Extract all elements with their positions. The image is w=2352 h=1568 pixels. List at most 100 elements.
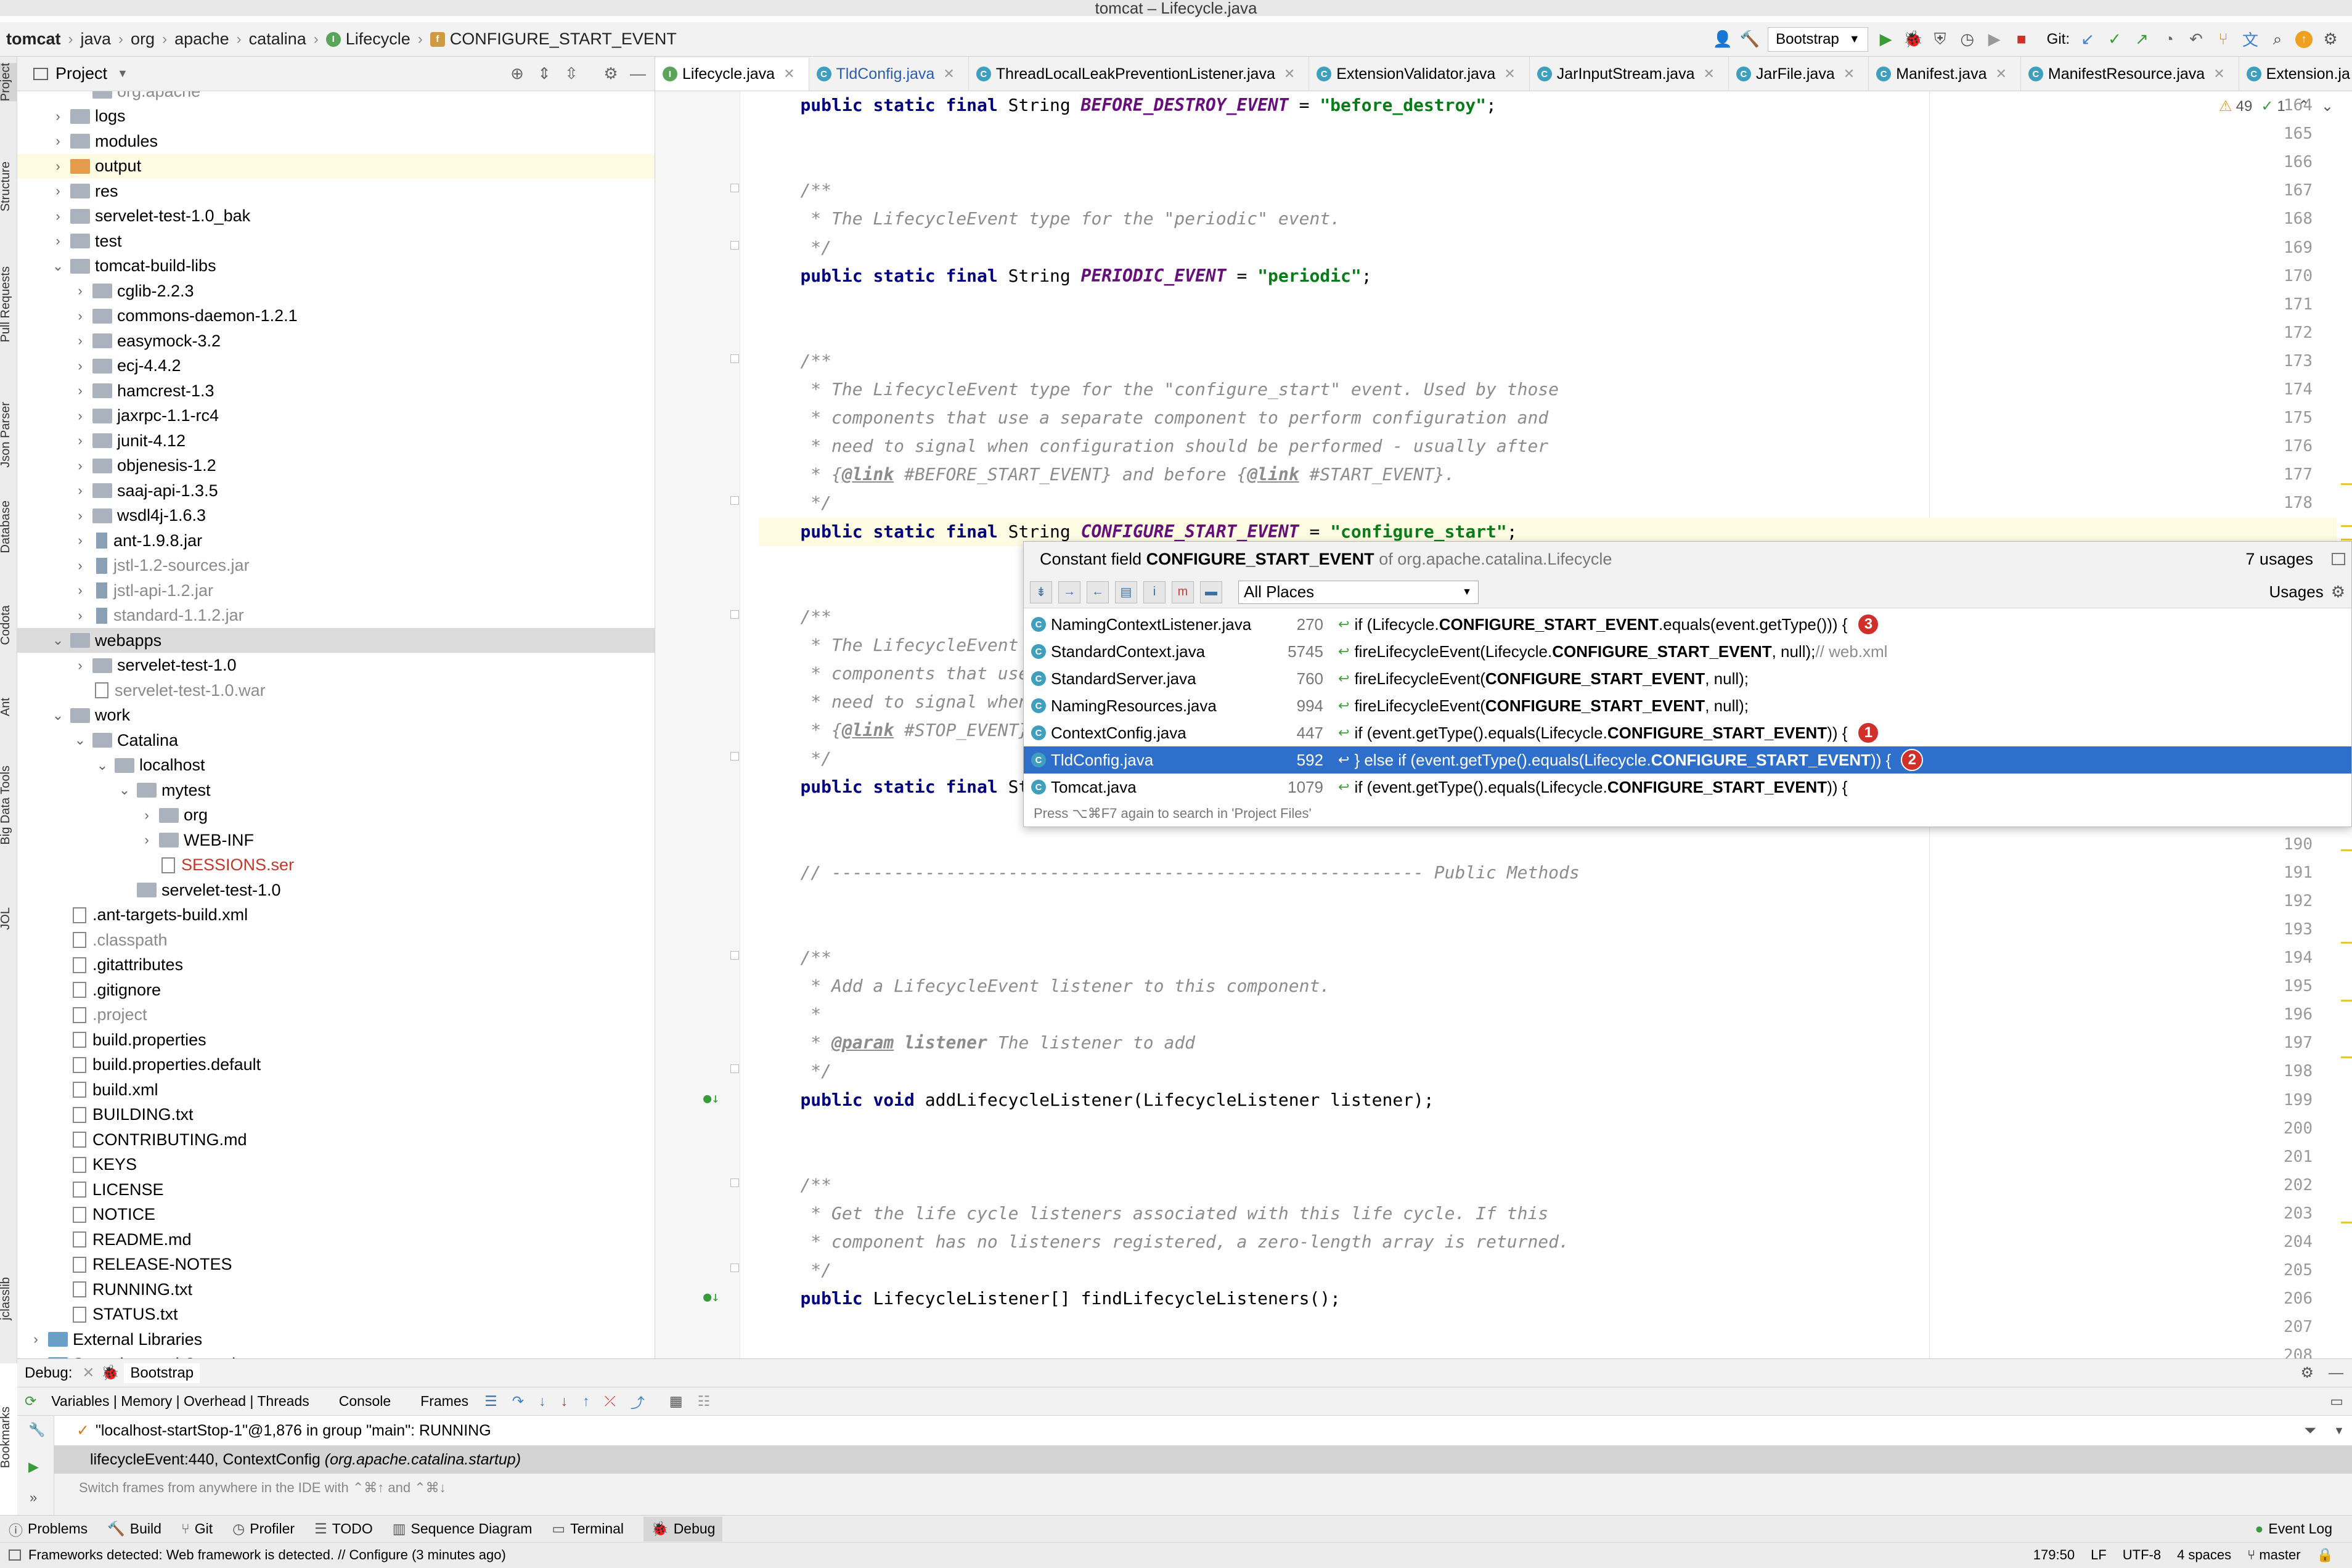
indent-setting[interactable]: 4 spaces xyxy=(2177,1547,2231,1563)
fold-marker-icon[interactable] xyxy=(730,1178,739,1187)
git-push-icon[interactable]: ↗ xyxy=(2133,30,2151,49)
tree-item[interactable]: .project xyxy=(17,1003,655,1027)
user-icon[interactable]: 👤 xyxy=(1713,30,1733,49)
tree-item[interactable]: build.properties xyxy=(17,1027,655,1052)
code-line[interactable] xyxy=(759,915,2337,944)
chevron-down-icon[interactable]: ⌄ xyxy=(51,632,65,648)
tool-database[interactable]: Database xyxy=(0,500,17,553)
tree-item[interactable]: › jstl-api-1.2.jar xyxy=(17,578,655,603)
code-line[interactable]: /** xyxy=(759,1171,2337,1199)
chevron-right-icon[interactable]: › xyxy=(51,133,65,149)
vcs-icon[interactable]: ⑂ xyxy=(2214,30,2232,49)
tree-item[interactable]: STATUS.txt xyxy=(17,1302,655,1327)
code-line[interactable]: */ xyxy=(759,489,2337,517)
tree-item[interactable]: NOTICE xyxy=(17,1203,655,1227)
update-icon[interactable]: ↑ xyxy=(2295,30,2313,48)
tool-tab-profiler[interactable]: ◷ Profiler xyxy=(232,1517,295,1541)
tree-item[interactable]: › standard-1.1.2.jar xyxy=(17,603,655,628)
fold-marker-icon[interactable] xyxy=(730,1064,739,1074)
read-access-icon[interactable]: ← xyxy=(1087,581,1109,603)
gear-icon[interactable]: ⚙ xyxy=(2300,1364,2314,1382)
fold-marker-icon[interactable] xyxy=(730,610,739,619)
code-line[interactable]: public static final String BEFORE_DESTRO… xyxy=(759,91,2337,120)
code-line[interactable]: /** xyxy=(759,176,2337,205)
close-icon[interactable]: ✕ xyxy=(82,1364,94,1382)
chevron-right-icon[interactable]: › xyxy=(51,108,65,125)
close-icon[interactable]: ✕ xyxy=(1504,66,1515,82)
tree-item[interactable]: RELEASE-NOTES xyxy=(17,1252,655,1277)
tree-item[interactable]: ⌄ webapps xyxy=(17,628,655,653)
chevron-right-icon[interactable]: › xyxy=(51,158,65,174)
code-line[interactable] xyxy=(759,319,2337,347)
chevron-right-icon[interactable]: › xyxy=(73,358,88,374)
tool-tab-git[interactable]: ⑂ Git xyxy=(181,1517,213,1541)
chevron-right-icon[interactable]: › xyxy=(73,608,88,624)
chevron-down-icon[interactable]: ▼ xyxy=(2334,1424,2345,1437)
profile-icon[interactable]: ◷ xyxy=(1958,30,1977,49)
tree-item[interactable]: › jstl-1.2-sources.jar xyxy=(17,553,655,578)
tree-item[interactable]: › servelet-test-1.0 xyxy=(17,653,655,678)
chevron-down-icon[interactable]: ⌄ xyxy=(95,757,110,774)
usage-row[interactable]: C NamingContextListener.java 270 ↩ if (Lifec… xyxy=(1024,611,2351,638)
code-line[interactable] xyxy=(759,830,2337,859)
tool-bookmarks[interactable]: Bookmarks xyxy=(0,1407,17,1468)
breadcrumb-item[interactable]: CONFIGURE_START_EVENT xyxy=(450,30,677,49)
scroll-marker[interactable] xyxy=(2341,942,2352,944)
code-line[interactable] xyxy=(759,887,2337,915)
scroll-marker[interactable] xyxy=(2341,849,2352,851)
tree-item[interactable]: › ecj-4.4.2 xyxy=(17,354,655,378)
chevron-down-icon[interactable]: ▼ xyxy=(117,67,128,80)
chevron-right-icon[interactable]: › xyxy=(51,233,65,249)
breadcrumb-item[interactable]: Lifecycle xyxy=(346,30,410,49)
tree-item[interactable]: ⌄ Catalina xyxy=(17,728,655,753)
code-line[interactable]: */ xyxy=(759,234,2337,262)
tree-item[interactable]: › org xyxy=(17,803,655,828)
chevron-down-icon[interactable]: ⌄ xyxy=(117,782,132,798)
code-line[interactable]: public void addLifecycleListener(Lifecyc… xyxy=(759,1086,2337,1114)
code-line[interactable]: /** xyxy=(759,944,2337,972)
tool-tab-debug[interactable]: 🐞 Debug xyxy=(643,1516,723,1541)
tree-item[interactable]: build.xml xyxy=(17,1077,655,1102)
editor-tab[interactable]: C ThreadLocalLeakPreventionListener.java ✕ xyxy=(969,57,1310,91)
tree-item[interactable]: › logs xyxy=(17,104,655,129)
settings-icon[interactable]: ⚙ xyxy=(2321,30,2340,49)
translate-icon[interactable]: 文 xyxy=(2241,30,2260,49)
run-to-cursor-icon[interactable]: ⤴ xyxy=(631,1391,645,1412)
implementation-gutter-icon[interactable]: ●↓ xyxy=(703,1091,720,1106)
chevron-right-icon[interactable]: › xyxy=(73,283,88,299)
tool-big-data[interactable]: Big Data Tools xyxy=(0,766,17,845)
chevron-right-icon[interactable]: › xyxy=(73,458,88,474)
tool-tab-build[interactable]: 🔨 Build xyxy=(107,1517,161,1541)
chevron-right-icon[interactable]: › xyxy=(139,832,154,848)
usage-row[interactable]: C StandardContext.java 5745 ↩ fireLifecycleE… xyxy=(1024,638,2351,665)
code-line[interactable]: * components that use a separate compone… xyxy=(759,404,2337,432)
scroll-marker[interactable] xyxy=(2341,539,2352,541)
force-step-into-icon[interactable]: ↓ xyxy=(561,1393,568,1410)
scroll-marker[interactable] xyxy=(2341,1222,2352,1223)
chevron-right-icon[interactable]: › xyxy=(139,807,154,823)
debug-icon[interactable]: 🐞 xyxy=(1903,30,1922,49)
editor-tab[interactable]: C Manifest.java ✕ xyxy=(1869,57,2021,91)
line-separator[interactable]: LF xyxy=(2091,1547,2107,1563)
tree-item[interactable]: .gitignore xyxy=(17,978,655,1002)
git-commit-icon[interactable]: ✓ xyxy=(2105,30,2124,49)
debug-tab-frames[interactable]: Frames xyxy=(420,1393,468,1410)
tree-item[interactable]: › hamcrest-1.3 xyxy=(17,378,655,403)
tree-item[interactable]: CONTRIBUTING.md xyxy=(17,1127,655,1152)
code-line[interactable]: public static final String PERIODIC_EVEN… xyxy=(759,262,2337,290)
chevron-right-icon[interactable]: › xyxy=(73,383,88,399)
resume-icon[interactable]: ▶ xyxy=(1985,30,2004,49)
find-usages-popup[interactable]: Constant field CONFIGURE_START_EVENT of … xyxy=(1023,541,2352,827)
tree-item[interactable]: README.md xyxy=(17,1227,655,1252)
preview-icon[interactable]: ▬ xyxy=(1200,581,1222,603)
tree-item[interactable]: BUILDING.txt xyxy=(17,1103,655,1127)
breadcrumb-item[interactable]: tomcat xyxy=(6,30,61,49)
tree-item[interactable]: org.apache xyxy=(17,91,655,104)
editor-tab[interactable]: C JarInputStream.java ✕ xyxy=(1530,57,1729,91)
tree-item[interactable]: › output xyxy=(17,153,655,179)
cursor-position[interactable]: 179:50 xyxy=(2033,1547,2075,1563)
chevron-down-icon[interactable]: ⌄ xyxy=(73,732,88,748)
tool-ant[interactable]: Ant xyxy=(0,698,17,716)
fold-marker-icon[interactable] xyxy=(730,951,739,960)
code-line[interactable]: * need to signal when configuration shou… xyxy=(759,432,2337,460)
